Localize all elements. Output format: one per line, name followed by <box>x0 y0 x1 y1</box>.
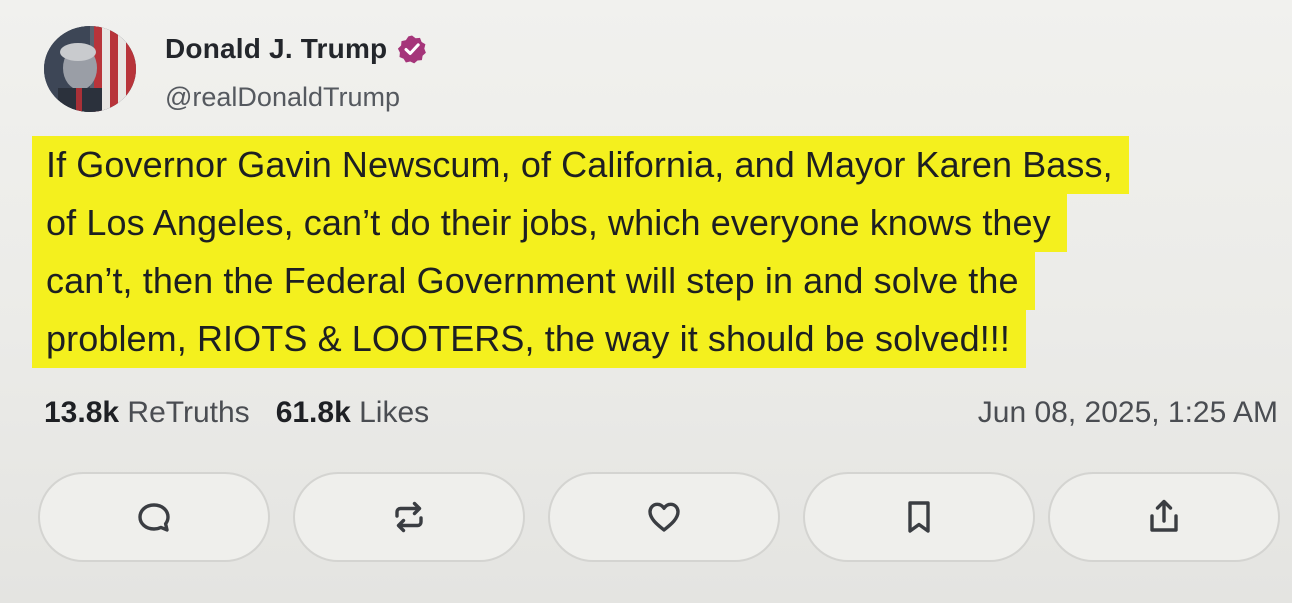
likes-count: 61.8k <box>275 396 351 429</box>
post-card: Donald J. Trump @realDonaldTrump If Gove… <box>0 0 1292 603</box>
bookmark-icon <box>908 501 930 533</box>
retruth-button[interactable] <box>293 472 525 562</box>
verified-badge-icon <box>398 35 427 64</box>
display-name[interactable]: Donald J. Trump <box>165 33 387 65</box>
author-handle[interactable]: @realDonaldTrump <box>165 82 400 113</box>
author-name-row: Donald J. Trump <box>165 33 427 65</box>
post-body: If Governor Gavin Newscum, of California… <box>32 136 1272 368</box>
bookmark-button[interactable] <box>803 472 1035 562</box>
post-line: problem, RIOTS & LOOTERS, the way it sho… <box>32 310 1272 368</box>
post-timestamp[interactable]: Jun 08, 2025, 1:25 AM <box>978 396 1278 430</box>
retruths-stat[interactable]: 13.8k ReTruths <box>44 396 250 430</box>
post-line-text: of Los Angeles, can’t do their jobs, whi… <box>32 194 1067 252</box>
avatar-image <box>44 26 136 112</box>
post-line-text: can’t, then the Federal Government will … <box>32 252 1035 310</box>
post-line: If Governor Gavin Newscum, of California… <box>32 136 1272 194</box>
likes-label: Likes <box>359 396 430 429</box>
post-line: of Los Angeles, can’t do their jobs, whi… <box>32 194 1272 252</box>
post-line-text: If Governor Gavin Newscum, of California… <box>32 136 1129 194</box>
reply-button[interactable] <box>38 472 270 562</box>
avatar[interactable] <box>44 26 136 112</box>
post-line: can’t, then the Federal Government will … <box>32 252 1272 310</box>
reply-icon <box>138 503 170 532</box>
retruth-icon <box>395 501 423 533</box>
retruths-label: ReTruths <box>127 396 250 429</box>
likes-stat[interactable]: 61.8k Likes <box>276 396 429 430</box>
heart-icon <box>648 502 680 532</box>
action-bar <box>38 472 1280 564</box>
share-button[interactable] <box>1048 472 1280 562</box>
retruths-count: 13.8k <box>44 396 120 429</box>
post-stats: 13.8k ReTruths 61.8k Likes <box>44 396 429 430</box>
like-button[interactable] <box>548 472 780 562</box>
post-line-text: problem, RIOTS & LOOTERS, the way it sho… <box>32 310 1026 368</box>
share-icon <box>1150 499 1178 532</box>
